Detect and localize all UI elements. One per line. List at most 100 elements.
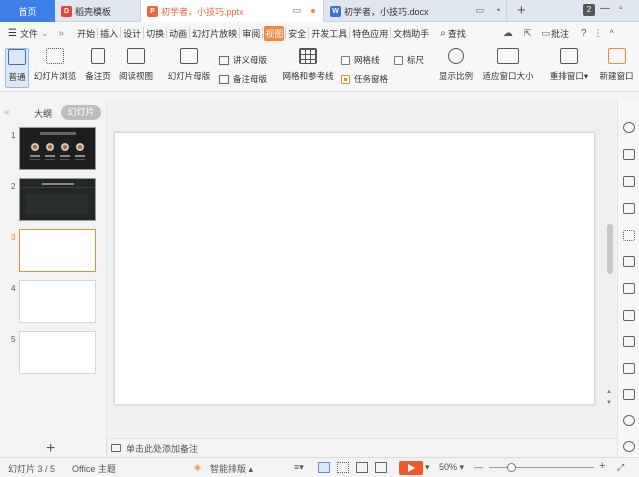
scrollbar-thumb[interactable] (607, 224, 613, 274)
menu-review[interactable]: 审阅 (241, 27, 261, 40)
reading-view-status-icon[interactable] (356, 462, 368, 473)
menu-transition[interactable]: 切换 (145, 27, 165, 40)
vertical-scrollbar[interactable]: ▲ ▼ (604, 101, 616, 438)
add-slide-button[interactable]: + (46, 440, 55, 458)
new-tab-button[interactable]: + (517, 2, 526, 19)
notes-view-status-icon[interactable] (375, 462, 387, 473)
menu-insert[interactable]: 插入 (99, 27, 119, 40)
normal-view-status-icon[interactable] (318, 462, 330, 473)
tab-outline[interactable]: 大纲 (34, 107, 52, 120)
fit-slide-icon[interactable]: ⤢ (617, 462, 624, 473)
grid-guides-button[interactable]: 网格和参考线 (281, 48, 335, 82)
zoom-out-button[interactable]: — (474, 462, 483, 472)
gridlines-checkbox[interactable]: 网格线 (341, 54, 380, 66)
copy-icon[interactable] (623, 176, 635, 187)
collapse-panel-icon[interactable]: « (4, 107, 10, 118)
menu-features[interactable]: 特色应用 (351, 27, 389, 40)
cursor-icon[interactable] (623, 203, 635, 214)
fit-window-button[interactable]: 适应窗口大小 (480, 48, 536, 82)
notes-page-button[interactable]: 备注页 (82, 48, 114, 82)
menu-view[interactable]: 视图 (264, 25, 285, 41)
export-icon[interactable] (623, 310, 635, 321)
slide-master-button[interactable]: 幻灯片母版 (166, 48, 212, 82)
arrange-windows-button[interactable]: 重排窗口▾ (547, 48, 591, 82)
handout-master-button[interactable]: 讲义母版 (219, 54, 267, 66)
reading-view-button[interactable]: 阅读视图 (117, 48, 155, 82)
zoom-in-button[interactable]: + (599, 460, 605, 472)
menu-doc-assistant[interactable]: 文档助手 (392, 27, 430, 40)
minimize-icon[interactable]: — (600, 3, 610, 14)
slide-master-icon (180, 48, 198, 64)
slide-sorter-label: 幻灯片浏览 (33, 71, 77, 81)
menu-home[interactable]: 开始 (76, 27, 96, 40)
slide-thumbnail-4[interactable] (19, 280, 96, 323)
task-pane-check-icon (341, 74, 350, 84)
notes-toggle-icon[interactable]: ≡▾ (294, 462, 304, 473)
cloud-icon[interactable]: ☁ (503, 28, 513, 39)
zoom-button[interactable]: 显示比例 (437, 48, 475, 82)
document-icon[interactable] (623, 336, 635, 347)
tab-docer[interactable]: D 稻壳模板 (55, 0, 141, 22)
normal-view-button[interactable]: 普通 (5, 48, 29, 88)
search-label[interactable]: 查找 (447, 27, 467, 40)
slide-thumbnail-3[interactable] (19, 229, 96, 272)
new-window-button[interactable]: 新建窗口 (594, 48, 639, 82)
notes-master-icon (219, 74, 229, 84)
menu-design[interactable]: 设计 (122, 27, 142, 40)
normal-view-label: 普通 (8, 72, 26, 82)
menu-animation[interactable]: 动画 (168, 27, 188, 40)
file-menu[interactable]: ☰ 文件 ⌄ (8, 27, 49, 40)
tab-pptx[interactable]: P 初学者，小技巧.pptx ▭ (141, 0, 324, 22)
more-icon[interactable]: • (497, 5, 500, 15)
monitor-icon[interactable]: ▭ (475, 5, 484, 16)
slide-master-label: 幻灯片母版 (167, 71, 211, 81)
clock-icon[interactable] (623, 441, 635, 452)
current-slide-canvas[interactable] (114, 132, 595, 405)
star-icon[interactable] (623, 122, 635, 133)
ruler-checkbox[interactable]: 标尺 (394, 54, 424, 66)
smart-layout-button[interactable]: 智能排版 ▴ (210, 462, 253, 475)
tab-home[interactable]: 首页 (0, 0, 55, 22)
notes-master-button[interactable]: 备注母版 (219, 73, 267, 85)
slide-thumbnail-5[interactable] (19, 331, 96, 374)
slide-thumbnail-1[interactable] (19, 127, 96, 170)
fit-window-label: 适应窗口大小 (482, 71, 534, 81)
zoom-slider-knob[interactable] (507, 463, 516, 472)
slide-number: 1 (11, 131, 16, 140)
menu-developer[interactable]: 开发工具 (310, 27, 348, 40)
menu-slideshow[interactable]: 幻灯片放映 (191, 27, 238, 40)
scroll-down-icon[interactable]: ▼ (606, 400, 612, 406)
slide-sorter-button[interactable]: 幻灯片浏览 (32, 48, 78, 82)
comment-label[interactable]: 批注 (550, 27, 570, 40)
audio-icon[interactable] (623, 389, 635, 400)
animation-icon[interactable] (623, 283, 635, 294)
more-options-icon[interactable]: ⋮ (594, 28, 603, 39)
comment-icon[interactable]: ▭ (541, 28, 550, 39)
task-pane-checkbox[interactable]: 任务窗格 (341, 73, 388, 85)
zoom-percent[interactable]: 50% ▾ (439, 462, 464, 473)
help-icon[interactable]: ? (581, 28, 587, 39)
grid-layout-icon[interactable] (623, 230, 635, 241)
notes-pane[interactable]: 单击此处添加备注 (107, 438, 617, 457)
collapse-ribbon-icon[interactable]: ^ (610, 28, 614, 38)
sorter-view-status-icon[interactable] (337, 462, 349, 473)
image-icon[interactable] (623, 363, 635, 374)
maximize-icon[interactable]: ▫ (619, 3, 623, 14)
menu-security[interactable]: 安全 (287, 27, 307, 40)
window-count-badge[interactable]: 2 (583, 4, 595, 16)
tab-slides[interactable]: 幻灯片 (61, 105, 101, 120)
tab-docx[interactable]: W 初学者，小技巧.docx ▭ • (324, 0, 507, 22)
pages-icon[interactable] (623, 149, 635, 160)
chevron-more-icon[interactable]: » (59, 28, 65, 39)
slide-thumbnail-2[interactable] (19, 178, 96, 221)
share-icon[interactable]: ⇱ (524, 28, 532, 39)
sliders-icon[interactable] (623, 256, 635, 267)
monitor-icon[interactable]: ▭ (292, 5, 301, 16)
scroll-up-icon[interactable]: ▲ (606, 389, 612, 395)
zoom-slider-track[interactable] (489, 467, 594, 468)
ruler-check-icon (394, 55, 403, 65)
download-icon[interactable] (623, 415, 635, 426)
search-icon[interactable]: ⌕ (440, 28, 446, 39)
play-options-icon[interactable]: ▾ (425, 462, 430, 473)
play-slideshow-button[interactable] (399, 461, 423, 475)
